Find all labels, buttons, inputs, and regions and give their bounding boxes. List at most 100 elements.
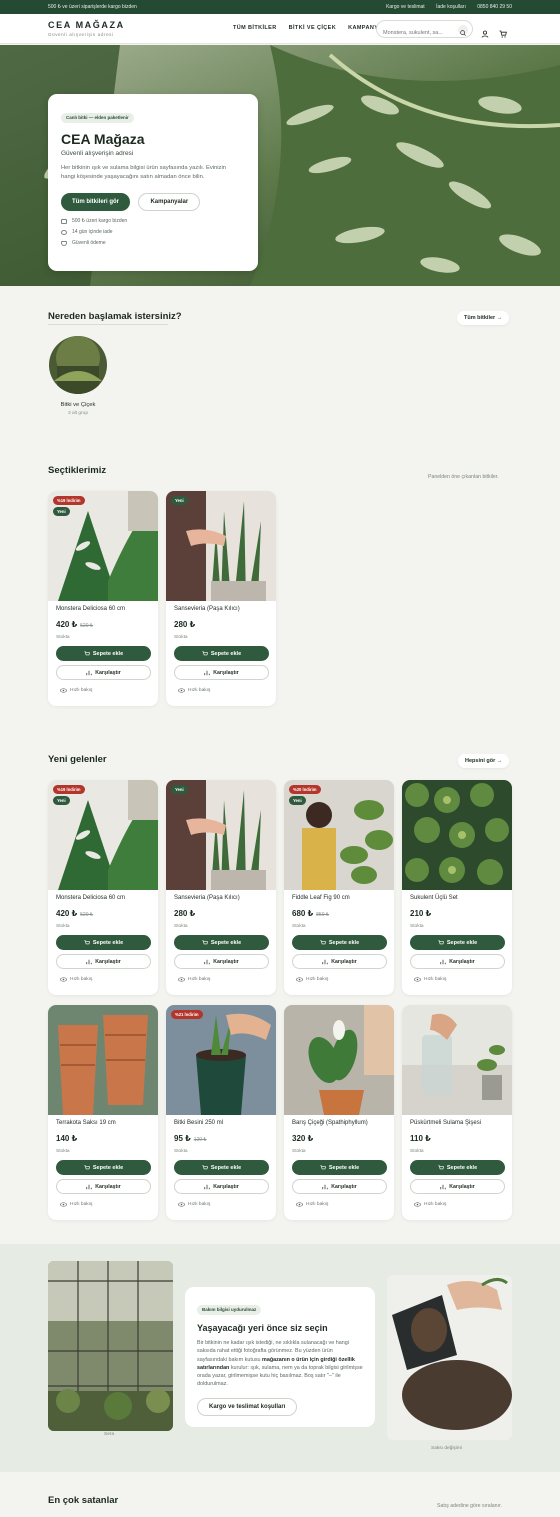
new-badge: Yeni: [53, 796, 70, 805]
product-image[interactable]: [166, 1005, 276, 1115]
nav-plants-flowers[interactable]: BİTKİ VE ÇİÇEK: [289, 25, 336, 31]
product-price: 320 ₺: [292, 1134, 313, 1143]
product-image[interactable]: [284, 1005, 394, 1115]
compare-button[interactable]: Karşılaştır: [56, 665, 151, 680]
chart-icon: [204, 670, 210, 676]
product-name[interactable]: Sukulent Üçlü Set: [410, 895, 458, 901]
add-to-cart-button[interactable]: Sepete ekle: [56, 935, 151, 950]
product-card[interactable]: Yeni Sansevieria (Paşa Kılıcı) 280 ₺ Stokta…: [166, 491, 276, 706]
shipping-terms-button[interactable]: Kargo ve teslimat koşulları: [197, 1397, 298, 1416]
product-card[interactable]: %19 İndirim Yeni Monstera Deliciosa 60 cm 4…: [48, 491, 158, 706]
product-name[interactable]: Monstera Deliciosa 60 cm: [56, 606, 125, 612]
search-input[interactable]: [377, 25, 453, 41]
add-to-cart-button[interactable]: Sepete ekle: [56, 1160, 151, 1175]
see-all-link[interactable]: Hepsini gör →: [458, 754, 510, 768]
quick-view-link[interactable]: Hızlı bakış: [60, 1202, 92, 1207]
compare-button[interactable]: Karşılaştır: [56, 954, 151, 969]
add-to-cart-button[interactable]: Sepete ekle: [174, 646, 269, 661]
product-card[interactable]: Barış Çiçeği (Spathiphyllum) 320 ₺ Stokta S…: [284, 1005, 394, 1220]
user-icon[interactable]: [481, 25, 489, 38]
compare-button[interactable]: Karşılaştır: [292, 1179, 387, 1194]
phone-link[interactable]: 0850 840 29 50: [477, 4, 512, 10]
product-image[interactable]: [166, 491, 276, 601]
quick-view-label: Hızlı bakış: [306, 977, 329, 982]
compare-button[interactable]: Karşılaştır: [410, 954, 505, 969]
new-badge: Yeni: [289, 796, 306, 805]
product-name[interactable]: Monstera Deliciosa 60 cm: [56, 895, 125, 901]
quick-view-link[interactable]: Hızlı bakış: [178, 1202, 210, 1207]
product-name[interactable]: Püskürtmeli Sulama Şişesi: [410, 1120, 481, 1126]
compare-label: Karşılaştır: [449, 958, 475, 965]
product-card[interactable]: %20 İndirim Yeni Fiddle Leaf Fig 90 cm 680 …: [284, 780, 394, 995]
all-plants-link[interactable]: Tüm bitkiler →: [457, 311, 510, 325]
compare-button[interactable]: Karşılaştır: [56, 1179, 151, 1194]
add-to-cart-button[interactable]: Sepete ekle: [174, 935, 269, 950]
add-to-cart-button[interactable]: Sepete ekle: [292, 1160, 387, 1175]
cart-icon: [320, 939, 326, 946]
product-card[interactable]: Püskürtmeli Sulama Şişesi 110 ₺ Stokta Sepe…: [402, 1005, 512, 1220]
quick-view-link[interactable]: Hızlı bakış: [60, 977, 92, 982]
search-icon[interactable]: [458, 25, 468, 36]
quick-view-label: Hızlı bakış: [188, 977, 211, 982]
product-name[interactable]: Sansevieria (Paşa Kılıcı): [174, 895, 240, 901]
nav-all-plants[interactable]: TÜM BİTKİLER: [233, 25, 277, 31]
return-icon: [61, 229, 67, 235]
quick-view-link[interactable]: Hızlı bakış: [296, 977, 328, 982]
product-image[interactable]: [166, 780, 276, 890]
new-badge: Yeni: [171, 496, 188, 505]
compare-button[interactable]: Karşılaştır: [174, 954, 269, 969]
eye-icon: [414, 1202, 421, 1207]
quick-view-link[interactable]: Hızlı bakış: [296, 1202, 328, 1207]
quick-view-label: Hızlı bakış: [306, 1202, 329, 1207]
compare-label: Karşılaştır: [331, 1183, 357, 1190]
current-price: 210 ₺: [410, 909, 432, 918]
product-card[interactable]: %21 İndirim Bitki Besini 250 ml 95 ₺ 120 ₺ S…: [166, 1005, 276, 1220]
cart-icon: [202, 1164, 208, 1171]
product-name[interactable]: Sansevieria (Paşa Kılıcı): [174, 606, 240, 612]
returns-link[interactable]: İade koşulları: [436, 4, 466, 10]
site-header: CEA MAĞAZA Güvenli alışverişin adresi TÜ…: [0, 14, 560, 44]
product-card[interactable]: %19 İndirim Yeni Monstera Deliciosa 60 cm 4…: [48, 780, 158, 995]
discount-badge: %21 İndirim: [171, 1010, 203, 1019]
bestsellers-note: Satış adedine göre sıralanır.: [437, 1503, 502, 1509]
product-card[interactable]: Sukulent Üçlü Set 210 ₺ Stokta Sepete ekle K…: [402, 780, 512, 995]
product-name[interactable]: Terrakota Saksı 19 cm: [56, 1120, 116, 1126]
product-image[interactable]: [48, 1005, 158, 1115]
product-price: 280 ₺: [174, 620, 195, 629]
product-price: 420 ₺ 520 ₺: [56, 620, 93, 629]
compare-button[interactable]: Karşılaştır: [410, 1179, 505, 1194]
old-price: 850 ₺: [316, 912, 330, 918]
product-price: 280 ₺: [174, 909, 195, 918]
quick-view-link[interactable]: Hızlı bakış: [414, 1202, 446, 1207]
product-name[interactable]: Fiddle Leaf Fig 90 cm: [292, 895, 350, 901]
all-plants-button[interactable]: Tüm bitkileri gör: [61, 193, 131, 211]
product-name[interactable]: Bitki Besini 250 ml: [174, 1120, 223, 1126]
quick-view-link[interactable]: Hızlı bakış: [178, 977, 210, 982]
quick-view-link[interactable]: Hızlı bakış: [178, 688, 210, 693]
add-to-cart-button[interactable]: Sepete ekle: [292, 935, 387, 950]
product-name[interactable]: Barış Çiçeği (Spathiphyllum): [292, 1120, 368, 1126]
product-image[interactable]: [402, 780, 512, 890]
quick-view-link[interactable]: Hızlı bakış: [60, 688, 92, 693]
cart-icon[interactable]: [499, 25, 507, 38]
stock-status: Stokta: [292, 924, 306, 929]
product-image[interactable]: [402, 1005, 512, 1115]
product-card[interactable]: Yeni Sansevieria (Paşa Kılıcı) 280 ₺ Stokta…: [166, 780, 276, 995]
add-to-cart-button[interactable]: Sepete ekle: [410, 1160, 505, 1175]
product-card[interactable]: Terrakota Saksı 19 cm 140 ₺ Stokta Sepete e…: [48, 1005, 158, 1220]
campaigns-button[interactable]: Kampanyalar: [138, 193, 201, 211]
stock-status: Stokta: [174, 635, 188, 640]
category-plants-flowers[interactable]: Bitki ve Çiçek 3 alt grup: [48, 336, 108, 416]
compare-button[interactable]: Karşılaştır: [174, 1179, 269, 1194]
shipping-link[interactable]: Kargo ve teslimat: [386, 4, 425, 10]
add-to-cart-button[interactable]: Sepete ekle: [410, 935, 505, 950]
add-to-cart-button[interactable]: Sepete ekle: [56, 646, 151, 661]
logo[interactable]: CEA MAĞAZA Güvenli alışverişin adresi: [48, 20, 125, 37]
compare-button[interactable]: Karşılaştır: [292, 954, 387, 969]
eye-icon: [296, 977, 303, 982]
add-to-cart-button[interactable]: Sepete ekle: [174, 1160, 269, 1175]
quick-view-label: Hızlı bakış: [70, 688, 93, 693]
quick-view-link[interactable]: Hızlı bakış: [414, 977, 446, 982]
compare-button[interactable]: Karşılaştır: [174, 665, 269, 680]
compare-label: Karşılaştır: [331, 958, 357, 965]
